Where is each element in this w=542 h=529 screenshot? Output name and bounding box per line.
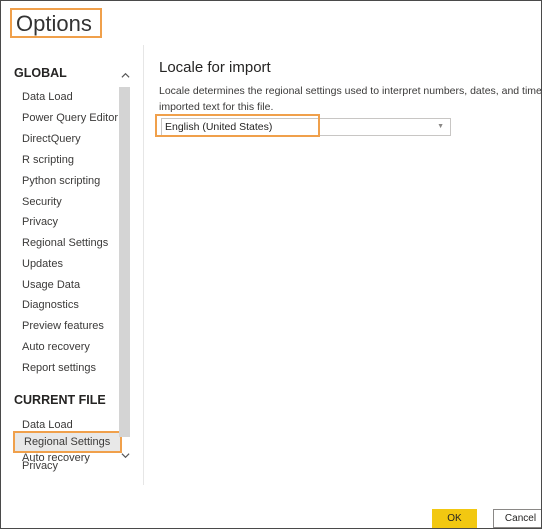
sidebar-item-report-settings[interactable]: Report settings bbox=[22, 362, 96, 374]
dialog-title: Options bbox=[10, 8, 102, 38]
sidebar-item-file-data-load[interactable]: Data Load bbox=[22, 419, 73, 431]
sidebar-item-global-privacy[interactable]: Privacy bbox=[22, 216, 58, 228]
sidebar-item-usage-data[interactable]: Usage Data bbox=[22, 279, 80, 291]
section-description: Locale determines the regional settings … bbox=[159, 85, 542, 113]
sidebar-item-global-regional-settings[interactable]: Regional Settings bbox=[22, 237, 108, 249]
dialog-footer: OK Cancel bbox=[1, 498, 541, 528]
ok-button[interactable]: OK bbox=[432, 509, 477, 528]
sidebar-item-diagnostics[interactable]: Diagnostics bbox=[22, 299, 79, 311]
chevron-down-icon[interactable] bbox=[118, 447, 132, 463]
pane-divider bbox=[143, 45, 144, 485]
global-section-header: GLOBAL bbox=[14, 66, 67, 80]
sidebar-item-power-query-editor[interactable]: Power Query Editor bbox=[22, 112, 118, 124]
section-title: Locale for import bbox=[159, 59, 271, 76]
locale-highlight-box bbox=[155, 114, 320, 137]
sidebar-item-directquery[interactable]: DirectQuery bbox=[22, 133, 81, 145]
sidebar-item-global-data-load[interactable]: Data Load bbox=[22, 91, 73, 103]
sidebar-item-python-scripting[interactable]: Python scripting bbox=[22, 175, 100, 187]
sidebar-item-file-auto-recovery[interactable]: Auto recovery bbox=[22, 452, 90, 464]
dropdown-arrow-icon: ▼ bbox=[437, 123, 444, 130]
sidebar-item-updates[interactable]: Updates bbox=[22, 258, 63, 270]
sidebar-item-r-scripting[interactable]: R scripting bbox=[22, 154, 74, 166]
cancel-button[interactable]: Cancel bbox=[493, 509, 541, 528]
sidebar-item-security[interactable]: Security bbox=[22, 196, 62, 208]
current-file-section-header: CURRENT FILE bbox=[14, 393, 106, 407]
sidebar-item-file-regional-settings[interactable]: Regional Settings bbox=[13, 431, 123, 453]
options-sidebar: GLOBAL Data Load Power Query Editor Dire… bbox=[1, 59, 123, 472]
sidebar-scrollbar[interactable] bbox=[118, 59, 132, 471]
sidebar-item-global-auto-recovery[interactable]: Auto recovery bbox=[22, 341, 90, 353]
sidebar-item-preview-features[interactable]: Preview features bbox=[22, 320, 104, 332]
options-dialog: Options GLOBAL Data Load Power Query Edi… bbox=[0, 0, 542, 529]
chevron-up-icon[interactable] bbox=[118, 67, 132, 83]
scrollbar-thumb[interactable] bbox=[119, 87, 130, 437]
